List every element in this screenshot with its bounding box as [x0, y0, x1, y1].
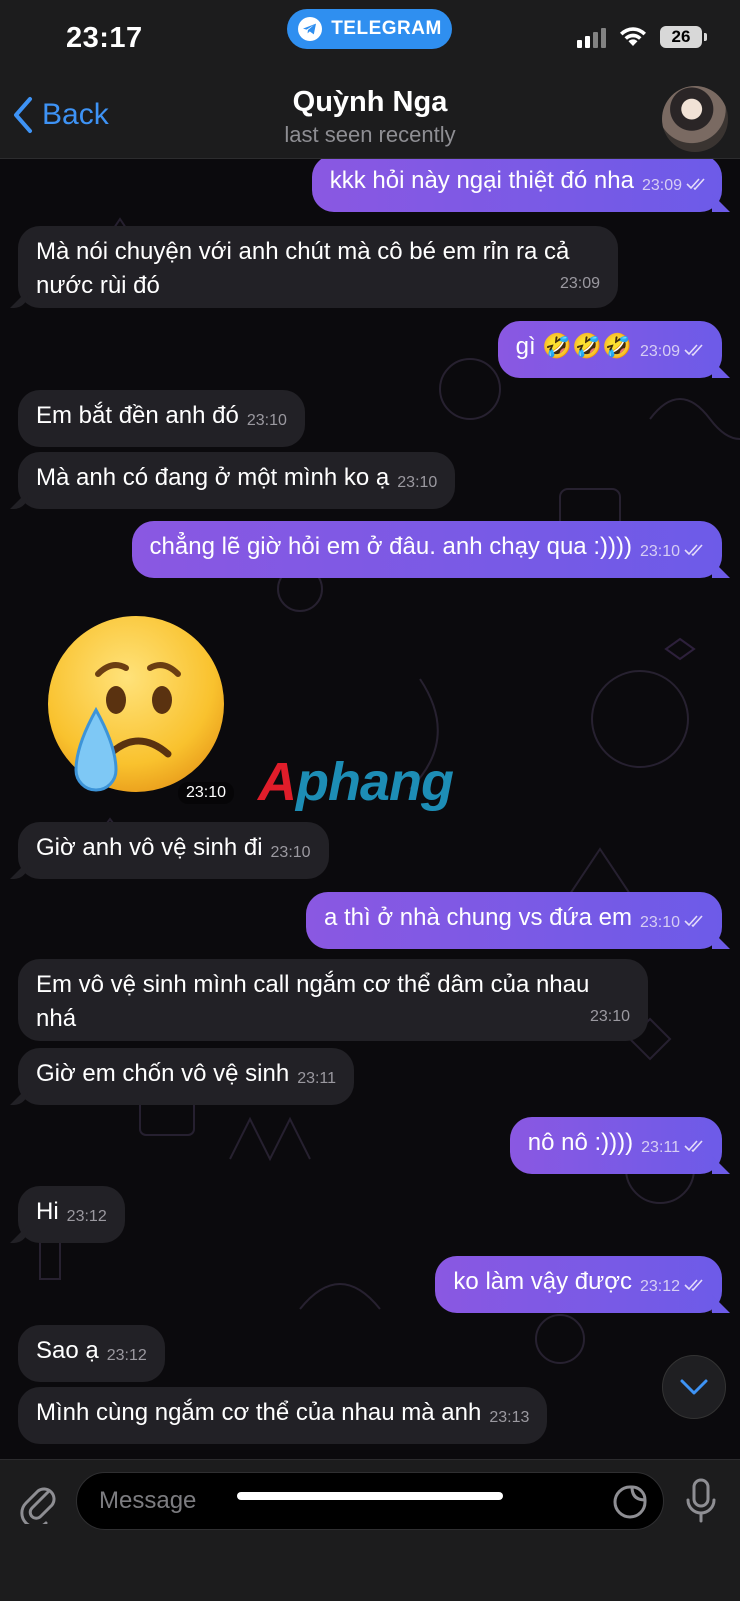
last-seen-status: last seen recently [284, 122, 456, 147]
message-time: 23:13 [489, 1409, 530, 1426]
message-text: Em bắt đền anh đó [36, 402, 239, 429]
chat-message-list[interactable]: kkk hỏi này ngại thiệt đó nha 23:09 Mà nó… [0, 159, 740, 1459]
message-bubble-incoming[interactable]: Giờ anh vô vệ sinh đi 23:10 [18, 822, 329, 879]
chat-header: Back Quỳnh Nga last seen recently [0, 80, 740, 159]
status-bar: 23:17 TELEGRAM 26 [0, 0, 740, 80]
message-text: a thì ở nhà chung vs đứa em [323, 904, 632, 931]
message-time: 23:12 [106, 1347, 147, 1364]
attach-button[interactable] [18, 1478, 58, 1529]
status-icons: 26 [577, 26, 707, 48]
message-time: 23:12 [66, 1208, 107, 1225]
double-check-icon [684, 915, 703, 927]
double-check-icon [686, 178, 705, 190]
message-text: chẳng lẽ giờ hỏi em ở đâu. anh chạy qua … [149, 533, 632, 560]
wifi-icon [620, 27, 646, 46]
double-check-icon [684, 1279, 703, 1291]
message-time: 23:09 [559, 275, 600, 292]
message-text: nô nô :)))) [527, 1129, 634, 1156]
message-text: Giờ anh vô vệ sinh đi [36, 834, 263, 861]
double-check-icon [684, 544, 703, 556]
battery-icon: 26 [660, 26, 707, 48]
message-time: 23:12 [639, 1278, 680, 1295]
telegram-app-pill[interactable]: TELEGRAM [287, 9, 452, 49]
message-bubble-incoming[interactable]: Mình cùng ngắm cơ thể của nhau mà anh 23:… [18, 1387, 548, 1444]
message-bubble-outgoing[interactable]: a thì ở nhà chung vs đứa em 23:10 [305, 892, 722, 949]
message-bubble-outgoing[interactable]: ko làm vậy được 23:12 [435, 1256, 722, 1313]
watermark-logo: Aphang [258, 752, 454, 812]
message-time: 23:10 [589, 1008, 630, 1025]
paperclip-icon [20, 1487, 56, 1529]
message-bubble-outgoing[interactable]: nô nô :)))) 23:11 [509, 1117, 722, 1174]
message-bubble-incoming[interactable]: Em bắt đền anh đó 23:10 [18, 390, 305, 447]
message-text-line: nước rùi đó [36, 272, 160, 299]
home-indicator [237, 1492, 503, 1500]
double-check-icon [684, 1140, 703, 1152]
message-bubble-incoming[interactable]: Mà nói chuyện với anh chút mà cô bé em r… [18, 226, 618, 308]
battery-level: 26 [671, 27, 691, 46]
message-text: ko làm vậy được [453, 1268, 632, 1295]
voice-record-button[interactable] [684, 1478, 718, 1529]
message-text-line: nhá [36, 1005, 77, 1032]
telegram-plane-icon [298, 17, 323, 41]
double-check-icon [684, 344, 703, 356]
message-bubble-outgoing[interactable]: kkk hỏi này ngại thiệt đó nha 23:09 [311, 159, 722, 212]
message-text: kkk hỏi này ngại thiệt đó nha [329, 167, 634, 194]
message-text: gì 🤣🤣🤣 [515, 333, 632, 360]
message-text-line: Em vô vệ sinh mình call ngắm cơ thể dâm … [36, 971, 590, 998]
message-bubble-incoming[interactable]: Sao ạ 23:12 [18, 1325, 165, 1382]
message-time: 23:10 [639, 543, 680, 560]
message-time: 23:09 [641, 177, 682, 194]
message-text: Sao ạ [36, 1337, 99, 1364]
message-time: 23:11 [641, 1139, 680, 1156]
message-time: 23:10 [270, 844, 311, 861]
message-time: 23:10 [639, 914, 680, 931]
contact-name[interactable]: Quỳnh Nga [0, 86, 740, 119]
contact-avatar[interactable] [662, 86, 728, 152]
sticker-button[interactable] [612, 1484, 648, 1525]
sticker-time: 23:10 [178, 782, 235, 804]
message-composer [0, 1459, 740, 1601]
chevron-down-icon [680, 1379, 708, 1395]
crying-face-sticker[interactable] [38, 614, 228, 804]
message-bubble-incoming[interactable]: Giờ em chốn vô vệ sinh 23:11 [18, 1048, 355, 1105]
status-time: 23:17 [66, 22, 143, 54]
scroll-to-bottom-button[interactable] [662, 1355, 726, 1419]
message-text-line: Mà nói chuyện với anh chút mà cô bé em r… [36, 238, 570, 265]
message-time: 23:10 [397, 474, 438, 491]
message-time: 23:09 [639, 343, 680, 360]
message-text: Mà anh có đang ở một mình ko ạ [36, 464, 390, 491]
message-bubble-incoming[interactable]: Em vô vệ sinh mình call ngắm cơ thể dâm … [18, 959, 648, 1041]
message-time: 23:11 [297, 1070, 337, 1087]
cellular-signal-icon [577, 26, 606, 48]
message-text: Hi [36, 1198, 59, 1225]
message-input[interactable] [76, 1472, 664, 1530]
sticker-icon [613, 1485, 647, 1519]
message-bubble-outgoing[interactable]: chẳng lẽ giờ hỏi em ở đâu. anh chạy qua … [131, 521, 722, 578]
message-text: Mình cùng ngắm cơ thể của nhau mà anh [36, 1399, 482, 1426]
microphone-icon [686, 1478, 716, 1523]
message-text: Giờ em chốn vô vệ sinh [36, 1060, 290, 1087]
message-bubble-incoming[interactable]: Mà anh có đang ở một mình ko ạ 23:10 [18, 452, 456, 509]
message-bubble-incoming[interactable]: Hi 23:12 [18, 1186, 125, 1243]
message-time: 23:10 [246, 412, 287, 429]
message-bubble-outgoing[interactable]: gì 🤣🤣🤣 23:09 [497, 321, 722, 378]
app-label: TELEGRAM [331, 18, 442, 39]
